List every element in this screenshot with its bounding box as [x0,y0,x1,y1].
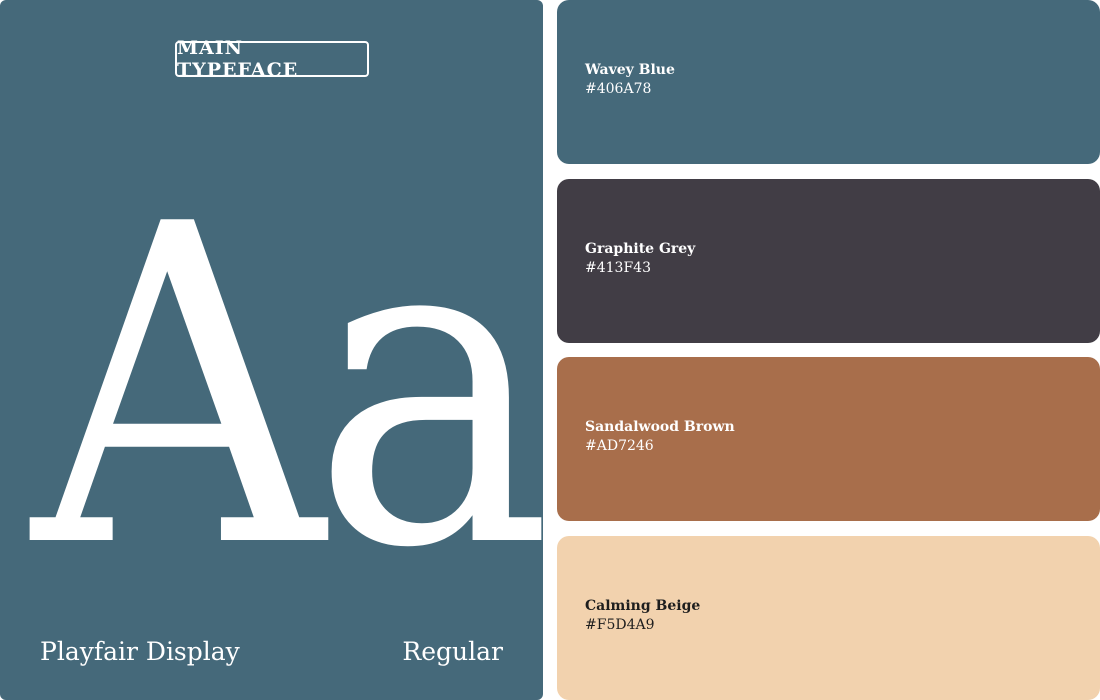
swatch-hex-code: #AD7246 [585,438,654,454]
swatch-name: Wavey Blue [585,62,675,78]
swatch-hex-code: #F5D4A9 [585,617,655,633]
font-name-label: Playfair Display [40,637,240,666]
typeface-specimen: Aa [32,132,553,644]
swatch-wavey-blue: Wavey Blue #406A78 [557,0,1100,164]
font-style-label: Regular [402,637,503,666]
swatch-calming-beige: Calming Beige #F5D4A9 [557,536,1100,700]
swatch-sandalwood-brown: Sandalwood Brown #AD7246 [557,357,1100,521]
swatch-name: Calming Beige [585,598,701,614]
swatch-hex-code: #413F43 [585,260,651,276]
swatch-name: Graphite Grey [585,241,696,257]
typeface-card: MAIN TYPEFACE Aa Playfair Display Regula… [0,0,553,700]
swatch-graphite-grey: Graphite Grey #413F43 [557,179,1100,343]
swatch-hex-code: #406A78 [585,81,652,97]
swatch-name: Sandalwood Brown [585,419,735,435]
main-typeface-badge: MAIN TYPEFACE [175,37,369,81]
